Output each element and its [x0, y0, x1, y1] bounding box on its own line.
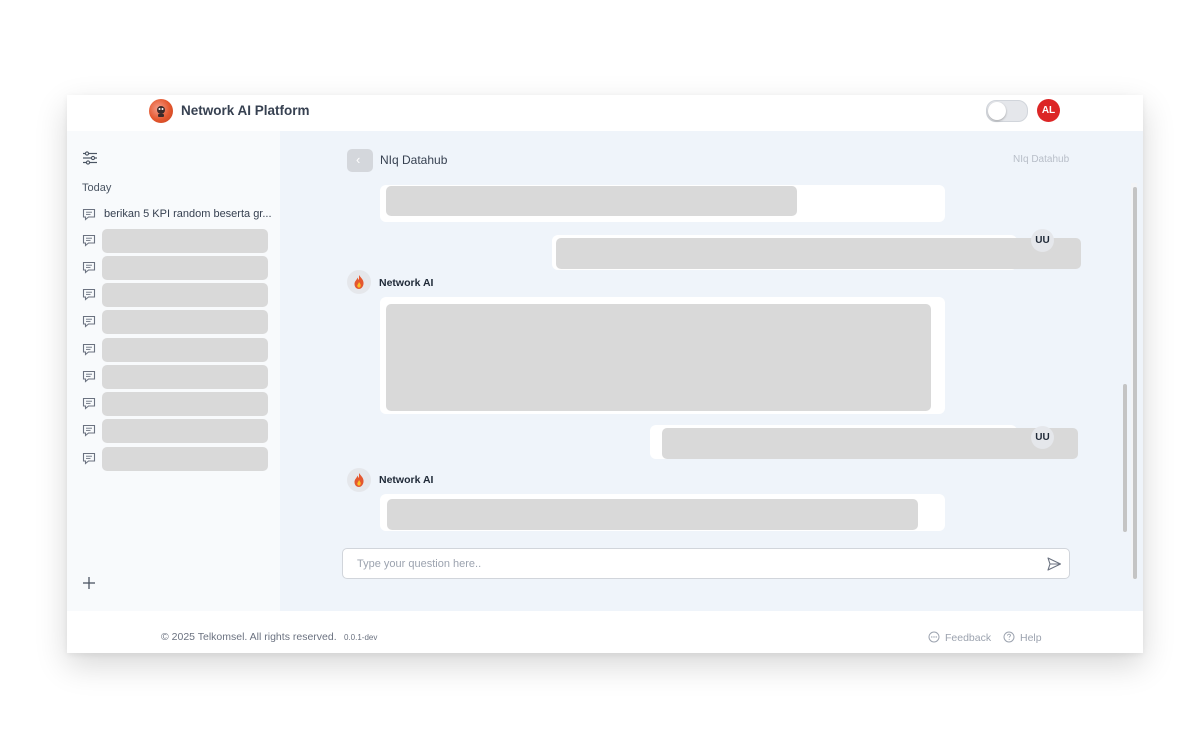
history-item-placeholder	[102, 447, 268, 471]
history-item-placeholder	[102, 338, 268, 362]
history-item[interactable]	[82, 310, 272, 334]
app-window: Network AI Platform AL Today berikan 5 K…	[67, 95, 1143, 653]
feedback-link[interactable]: Feedback	[928, 631, 991, 644]
footer: © 2025 Telkomsel. All rights reserved. 0…	[67, 611, 1143, 653]
chat-panel: ‹ NIq Datahub NIq Datahub UU Network AI …	[280, 131, 1143, 611]
history-item[interactable]	[82, 283, 272, 307]
history-item[interactable]	[82, 392, 272, 416]
history-item[interactable]: berikan 5 KPI random beserta gr...	[82, 203, 272, 227]
chat-icon	[82, 234, 96, 247]
chat-icon	[82, 343, 96, 356]
chat-subtitle: NIq Datahub	[1013, 154, 1070, 165]
user-avatar[interactable]: AL	[1037, 99, 1060, 122]
history-item-placeholder	[102, 419, 268, 443]
chat-icon	[82, 208, 96, 221]
feedback-icon	[928, 631, 940, 643]
assistant-message	[380, 297, 945, 414]
history-item[interactable]	[82, 365, 272, 389]
assistant-message	[380, 494, 945, 531]
user-avatar-uu: UU	[1031, 426, 1054, 449]
chat-icon	[82, 452, 96, 465]
help-label: Help	[1020, 632, 1042, 644]
send-icon[interactable]	[1046, 556, 1062, 572]
history-item-placeholder	[102, 392, 268, 416]
chat-icon	[82, 315, 96, 328]
history-item[interactable]	[82, 447, 272, 471]
help-icon	[1003, 631, 1015, 643]
back-button[interactable]: ‹	[347, 149, 373, 172]
history-item[interactable]	[82, 419, 272, 443]
scrollbar-thumb[interactable]	[1133, 187, 1137, 579]
chat-icon	[82, 397, 96, 410]
section-label-today: Today	[82, 182, 112, 194]
feedback-label: Feedback	[945, 632, 992, 644]
question-input-box	[342, 548, 1070, 579]
chat-title: NIq Datahub	[380, 153, 448, 167]
copyright-text: © 2025 Telkomsel. All rights reserved.	[161, 631, 337, 643]
question-input[interactable]	[355, 555, 1019, 573]
history-item-placeholder	[102, 256, 268, 280]
app-title: Network AI Platform	[181, 103, 310, 118]
history-item-placeholder	[102, 229, 268, 253]
message-placeholder	[556, 238, 1081, 269]
history-item[interactable]	[82, 338, 272, 362]
user-message	[552, 235, 1081, 270]
theme-toggle[interactable]	[986, 100, 1028, 122]
user-message	[650, 425, 1078, 459]
assistant-avatar	[347, 468, 371, 492]
top-header: Network AI Platform AL	[67, 95, 1143, 131]
chevron-left-icon: ‹	[356, 152, 361, 167]
history-item[interactable]	[82, 256, 272, 280]
message-placeholder	[662, 428, 1078, 459]
chat-icon	[82, 424, 96, 437]
history-item-label: berikan 5 KPI random beserta gr...	[104, 208, 272, 220]
assistant-name: Network AI	[379, 277, 434, 289]
user-avatar-uu: UU	[1031, 229, 1054, 252]
history-item-placeholder	[102, 365, 268, 389]
history-item-placeholder	[102, 310, 268, 334]
chat-icon	[82, 370, 96, 383]
message-placeholder	[387, 499, 918, 530]
sidebar: Today berikan 5 KPI random beserta gr...	[67, 131, 280, 611]
app-logo	[149, 99, 173, 123]
scrollbar-thumb-inner[interactable]	[1123, 384, 1127, 532]
plus-icon[interactable]	[81, 575, 97, 591]
toggle-knob	[988, 102, 1006, 120]
chat-icon	[82, 288, 96, 301]
assistant-avatar	[347, 270, 371, 294]
history-item[interactable]	[82, 229, 272, 253]
version-text: 0.0.1-dev	[344, 633, 378, 642]
message-placeholder	[386, 304, 931, 411]
chat-icon	[82, 261, 96, 274]
history-item-placeholder	[102, 283, 268, 307]
message-placeholder	[386, 186, 797, 216]
filter-icon[interactable]	[82, 151, 98, 165]
assistant-message	[380, 185, 945, 222]
assistant-name: Network AI	[379, 474, 434, 486]
help-link[interactable]: Help	[1003, 631, 1042, 644]
